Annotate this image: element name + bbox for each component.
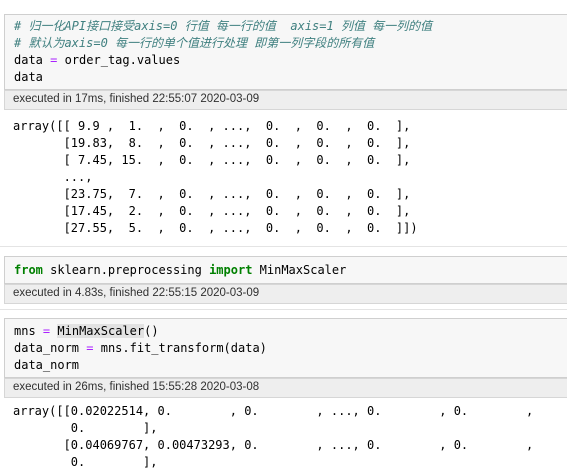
output-line: array([[0.02022514, 0. , 0. , ..., 0. , … xyxy=(13,404,534,418)
cell-1-input[interactable]: # 归一化API接口接受axis=0 行值 每一行的值 axis=1 列值 每一… xyxy=(4,14,567,90)
code-variable: mns xyxy=(14,324,36,338)
output-line: 0. ], xyxy=(13,421,158,435)
code-expression: order_tag.values xyxy=(64,53,181,67)
code-comment: # 默认为axis=0 每一行的单个值进行处理 即第一列字段的所有值 xyxy=(14,36,375,50)
code-expression: mns.fit_transform(data) xyxy=(100,341,267,355)
execution-time-text: executed in 26ms, finished 15:55:28 2020… xyxy=(13,381,260,393)
output-line: [0.04069767, 0.00473293, 0. , ..., 0. , … xyxy=(13,438,534,452)
cell-separator xyxy=(0,309,567,310)
execution-info: executed in 17ms, finished 22:55:07 2020… xyxy=(4,90,567,110)
code-variable: data xyxy=(14,53,43,67)
cell-separator xyxy=(0,246,567,247)
execution-time-text: executed in 4.83s, finished 22:55:15 202… xyxy=(13,287,260,299)
keyword-import: import xyxy=(209,263,253,277)
code-variable: data xyxy=(14,70,43,84)
output-line: [ 7.45, 15. , 0. , ..., 0. , 0. , 0. ], xyxy=(13,153,411,167)
cell-1-output: array([[ 9.9 , 1. , 0. , ..., 0. , 0. , … xyxy=(4,118,567,237)
keyword-from: from xyxy=(14,263,43,277)
execution-info: executed in 4.83s, finished 22:55:15 202… xyxy=(4,284,567,304)
code-variable: data_norm xyxy=(14,341,80,355)
code-call: MinMaxScaler xyxy=(57,324,145,338)
code-operator: = xyxy=(86,341,94,355)
output-line: [27.55, 5. , 0. , ..., 0. , 0. , 0. ]]) xyxy=(13,221,418,235)
cell-2-input[interactable]: from sklearn.preprocessing import MinMax… xyxy=(4,256,567,284)
output-line: array([[ 9.9 , 1. , 0. , ..., 0. , 0. , … xyxy=(13,119,411,133)
output-line: [17.45, 2. , 0. , ..., 0. , 0. , 0. ], xyxy=(13,204,411,218)
output-line: [23.75, 7. , 0. , ..., 0. , 0. , 0. ], xyxy=(13,187,411,201)
output-line: ..., xyxy=(13,170,93,184)
cell-3-output: array([[0.02022514, 0. , 0. , ..., 0. , … xyxy=(4,403,567,471)
execution-time-text: executed in 17ms, finished 22:55:07 2020… xyxy=(13,93,260,105)
code-name: MinMaxScaler xyxy=(252,263,347,277)
code-comment: # 归一化API接口接受axis=0 行值 每一行的值 axis=1 列值 每一… xyxy=(14,19,433,33)
code-paren: () xyxy=(144,324,159,338)
output-line: 0. ], xyxy=(13,455,158,469)
code-operator: = xyxy=(42,324,51,338)
execution-info: executed in 26ms, finished 15:55:28 2020… xyxy=(4,378,567,398)
output-line: [19.83, 8. , 0. , ..., 0. , 0. , 0. ], xyxy=(13,136,411,150)
code-module: sklearn.preprocessing xyxy=(42,263,210,277)
cell-3-input[interactable]: mns = MinMaxScaler() data_norm = mns.fit… xyxy=(4,318,567,378)
code-operator: = xyxy=(50,53,58,67)
code-variable: data_norm xyxy=(14,358,80,372)
